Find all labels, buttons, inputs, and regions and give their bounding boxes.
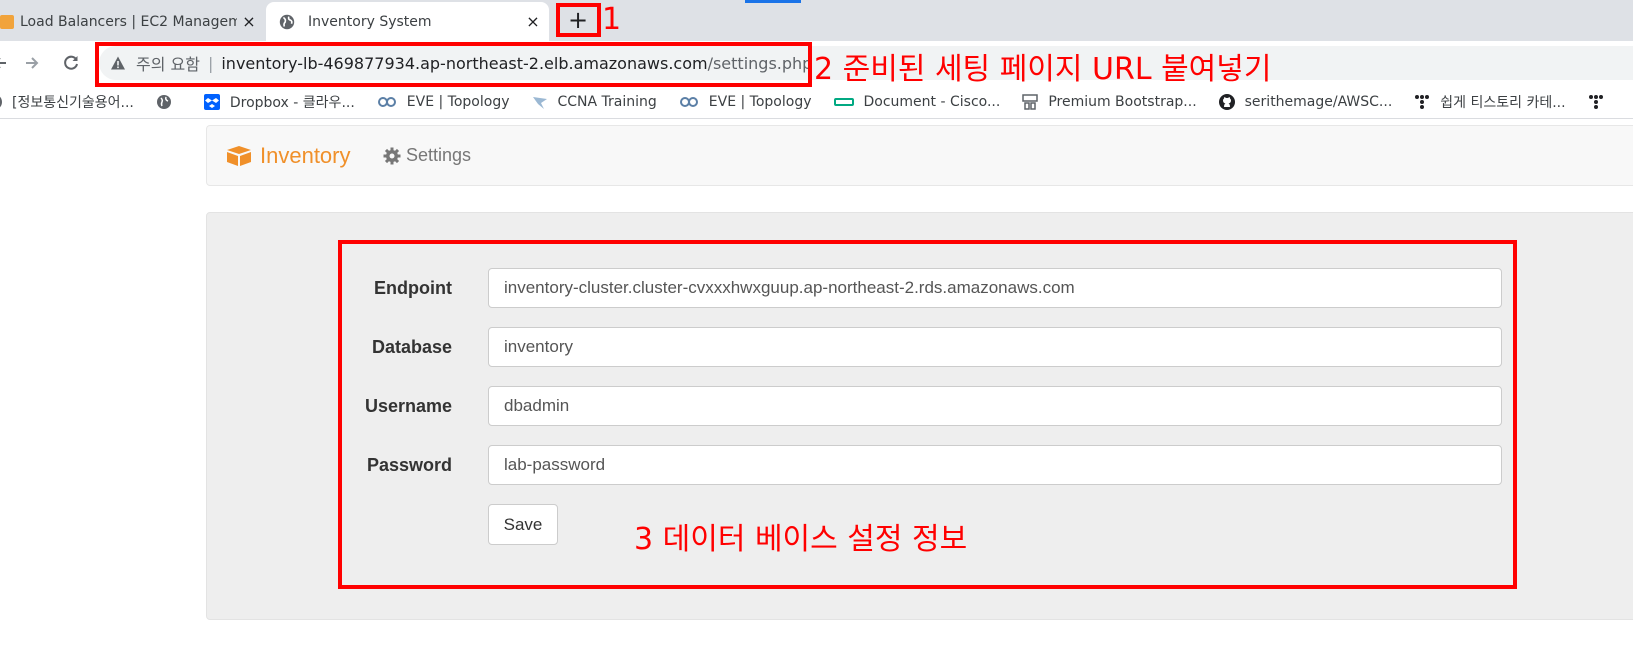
globe-icon [279, 14, 295, 29]
bookmark-item[interactable]: [정보통신기술용어... [0, 92, 134, 112]
bookmark-item[interactable]: Premium Bootstrap... [1022, 93, 1197, 110]
bookmark-label: Dropbox - 클라우... [229, 94, 355, 111]
dropbox-icon [203, 93, 220, 110]
form-row-database: Database inventory [207, 327, 1633, 367]
bookmark-item[interactable]: serithemage/AWSC... [1218, 93, 1393, 110]
box-icon [227, 146, 251, 166]
ccna-icon [532, 96, 547, 109]
document-icon [833, 97, 854, 106]
bookmark-item[interactable]: CCNA Training [532, 94, 657, 110]
page-navbar: Inventory Settings [206, 125, 1633, 186]
password-input[interactable]: lab-password [488, 445, 1502, 485]
settings-form-panel: Endpoint inventory-cluster.cluster-cvxxx… [206, 212, 1633, 620]
bookmark-label: EVE | Topology [708, 93, 812, 110]
bookmark-label: 쉽게 티스토리 카테... [1440, 94, 1566, 111]
tistory-icon [1415, 94, 1430, 109]
tab-strip-indicator [745, 0, 801, 3]
close-icon[interactable]: × [521, 12, 545, 31]
endpoint-input[interactable]: inventory-cluster.cluster-cvxxxhwxguup.a… [488, 268, 1502, 308]
bookmark-item[interactable]: 쉽게 티스토리 카테... [1414, 92, 1566, 112]
bookmark-item[interactable]: EVE | Topology [679, 94, 812, 110]
warning-icon [111, 56, 125, 70]
tab-load-balancers[interactable]: Load Balancers | EC2 Management Console … [0, 2, 265, 41]
database-label: Database [371, 337, 452, 357]
bookmarks-bar: [정보통신기술용어... Dropbox - 클라우... EVE | Topo… [0, 85, 1633, 119]
aws-favicon-icon [0, 14, 14, 29]
url-host: inventory-lb-469877934.ap-northeast-2.el… [221, 53, 708, 73]
tab-inventory-system[interactable]: Inventory System × [266, 2, 549, 41]
annotation-step-3: 3 데이터 베이스 설정 정보 [634, 522, 968, 557]
tab-title: Inventory System [308, 13, 432, 30]
security-status[interactable]: 주의 요함 [136, 51, 200, 75]
save-button[interactable]: Save [488, 504, 558, 545]
bookmark-label: [정보통신기술용어... [12, 94, 134, 111]
nav-settings[interactable]: Settings [383, 145, 471, 166]
gear-icon [383, 147, 401, 164]
bookmark-item[interactable] [156, 94, 182, 110]
bookmark-item[interactable]: EVE | Topology [377, 94, 510, 110]
reload-icon[interactable] [57, 49, 85, 77]
bookmark-label: CCNA Training [557, 93, 657, 110]
nav-settings-label: Settings [406, 145, 472, 165]
username-label: Username [364, 396, 452, 416]
new-tab-button[interactable]: + [556, 3, 600, 37]
form-row-endpoint: Endpoint inventory-cluster.cluster-cvxxx… [207, 268, 1633, 308]
eve-icon [679, 96, 698, 107]
close-icon[interactable]: × [237, 12, 261, 31]
github-icon [1218, 93, 1235, 110]
globe-icon [156, 94, 171, 109]
database-input[interactable]: inventory [488, 327, 1502, 367]
annotation-step-1: 1 [602, 2, 622, 37]
address-separator: | [207, 53, 214, 73]
tistory-icon [1588, 94, 1603, 109]
bookmark-item[interactable] [1588, 94, 1614, 110]
brand-label: Inventory [260, 143, 351, 168]
bootstrap-icon [1022, 93, 1039, 110]
bookmark-label: Document - Cisco... [863, 93, 1001, 110]
username-input[interactable]: dbadmin [488, 386, 1502, 426]
tab-strip: Load Balancers | EC2 Management Console … [0, 0, 1633, 41]
bookmark-item[interactable]: Dropbox - 클라우... [203, 92, 355, 112]
tab-title: Load Balancers | EC2 Management Console [20, 13, 237, 30]
globe-icon [0, 93, 2, 110]
form-row-username: Username dbadmin [207, 386, 1633, 426]
forward-icon[interactable] [18, 49, 46, 77]
back-icon[interactable] [0, 49, 14, 77]
brand-link[interactable]: Inventory [225, 143, 351, 169]
bookmark-label: serithemage/AWSC... [1244, 93, 1393, 110]
password-label: Password [366, 455, 452, 475]
form-row-password: Password lab-password [207, 445, 1633, 485]
eve-icon [377, 96, 396, 107]
bookmark-label: EVE | Topology [406, 93, 510, 110]
annotation-step-2: 2 준비된 세팅 페이지 URL 붙여넣기 [814, 52, 1272, 87]
bookmark-label: Premium Bootstrap... [1048, 93, 1197, 110]
url-path: /settings.php [707, 53, 813, 73]
endpoint-label: Endpoint [374, 278, 452, 298]
bookmark-item[interactable]: Document - Cisco... [833, 93, 1001, 110]
